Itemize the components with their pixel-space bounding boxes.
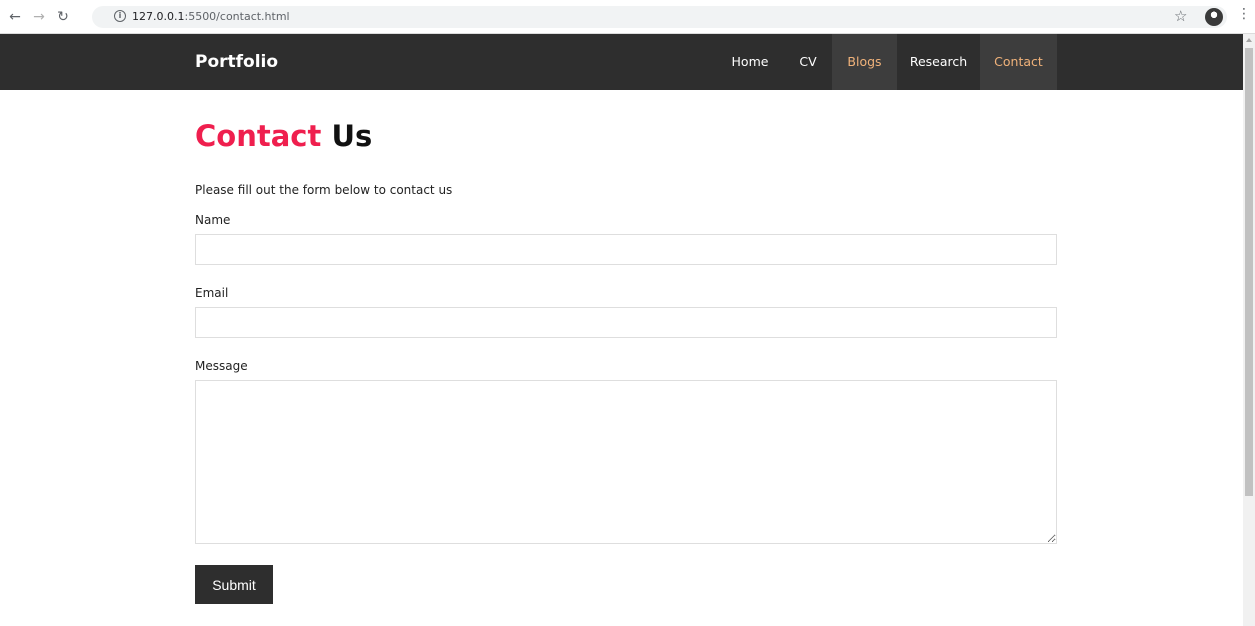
nav-link-home[interactable]: Home bbox=[722, 34, 778, 90]
browser-toolbar: ← → ↻ i 127.0.0.1:5500/contact.html ☆ ⋮ bbox=[0, 0, 1255, 34]
nav-link-contact[interactable]: Contact bbox=[980, 34, 1057, 90]
site-navbar: Portfolio Home CV Blogs Research Contact bbox=[0, 34, 1243, 90]
page-title-accent: Contact bbox=[195, 119, 322, 153]
name-label: Name bbox=[195, 213, 231, 227]
url-path: :5500/contact.html bbox=[184, 10, 290, 23]
scrollbar-thumb[interactable] bbox=[1245, 48, 1253, 496]
profile-avatar-icon[interactable] bbox=[1205, 8, 1223, 26]
brand-logo-link[interactable]: Portfolio bbox=[195, 52, 278, 72]
menu-dots-icon[interactable]: ⋮ bbox=[1237, 6, 1251, 22]
forward-arrow-icon[interactable]: → bbox=[30, 8, 48, 26]
back-arrow-icon[interactable]: ← bbox=[6, 8, 24, 26]
name-input[interactable] bbox=[195, 234, 1057, 265]
form-intro-text: Please fill out the form below to contac… bbox=[195, 183, 453, 197]
url-host: 127.0.0.1 bbox=[132, 10, 185, 23]
email-input[interactable] bbox=[195, 307, 1057, 338]
page-title: Contact Us bbox=[195, 118, 372, 154]
page-title-rest: Us bbox=[321, 119, 373, 153]
message-textarea[interactable] bbox=[195, 380, 1057, 544]
nav-link-research[interactable]: Research bbox=[897, 34, 980, 90]
nav-link-blogs[interactable]: Blogs bbox=[832, 34, 897, 90]
email-label: Email bbox=[195, 286, 229, 300]
scroll-up-arrow-icon[interactable] bbox=[1246, 38, 1252, 42]
star-icon[interactable]: ☆ bbox=[1174, 7, 1187, 25]
message-label: Message bbox=[195, 359, 248, 373]
page-scrollbar[interactable] bbox=[1243, 34, 1255, 626]
nav-link-cv[interactable]: CV bbox=[786, 34, 830, 90]
submit-button[interactable]: Submit bbox=[195, 565, 273, 604]
reload-icon[interactable]: ↻ bbox=[54, 8, 72, 26]
address-bar-url[interactable]: 127.0.0.1:5500/contact.html bbox=[132, 10, 290, 24]
address-bar[interactable]: i 127.0.0.1:5500/contact.html bbox=[92, 6, 1227, 28]
info-icon[interactable]: i bbox=[114, 10, 126, 22]
